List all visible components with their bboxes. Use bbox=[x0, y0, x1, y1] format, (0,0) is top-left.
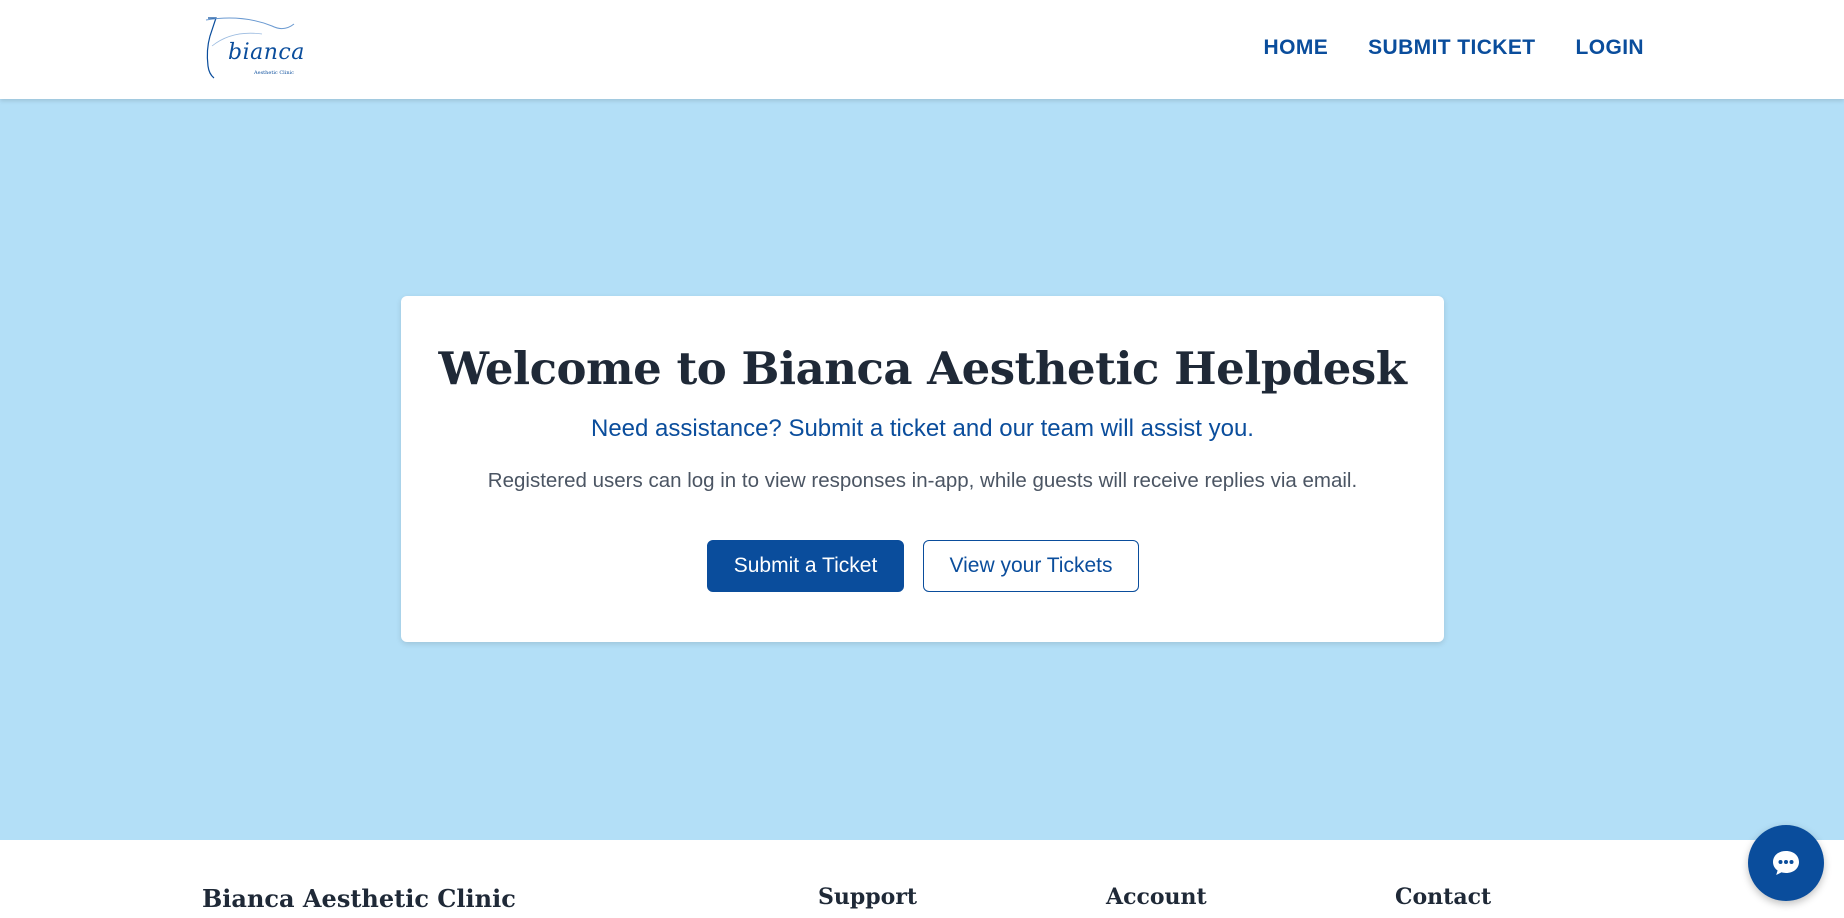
chat-bubble-icon bbox=[1773, 851, 1799, 875]
nav-home-link[interactable]: HOME bbox=[1264, 36, 1329, 60]
site-header: bianca Aesthetic Clinic HOME SUBMIT TICK… bbox=[0, 0, 1844, 99]
hero-section: Welcome to Bianca Aesthetic Helpdesk Nee… bbox=[0, 99, 1844, 840]
footer-support-heading: Support bbox=[818, 884, 918, 910]
page-title: Welcome to Bianca Aesthetic Helpdesk bbox=[438, 342, 1407, 395]
nav-submit-ticket-link[interactable]: SUBMIT TICKET bbox=[1368, 36, 1535, 60]
footer-brand: Bianca Aesthetic Clinic bbox=[202, 884, 516, 913]
footer-contact-heading: Contact bbox=[1395, 884, 1492, 910]
hero-description: Registered users can log in to view resp… bbox=[487, 469, 1358, 492]
site-footer: Bianca Aesthetic Clinic Support Account … bbox=[0, 840, 1844, 918]
nav-login-link[interactable]: LOGIN bbox=[1576, 36, 1645, 60]
bianca-logo[interactable]: bianca Aesthetic Clinic bbox=[202, 16, 304, 82]
hero-lead: Need assistance? Submit a ticket and our… bbox=[591, 415, 1254, 442]
submit-ticket-button[interactable]: Submit a Ticket bbox=[707, 540, 904, 592]
main-nav: HOME SUBMIT TICKET LOGIN bbox=[1264, 36, 1644, 60]
view-tickets-button[interactable]: View your Tickets bbox=[923, 540, 1139, 592]
chat-widget-button[interactable] bbox=[1748, 825, 1824, 901]
welcome-card: Welcome to Bianca Aesthetic Helpdesk Nee… bbox=[401, 296, 1444, 642]
footer-account-heading: Account bbox=[1106, 884, 1207, 910]
logo-subtitle: Aesthetic Clinic bbox=[254, 70, 294, 76]
logo-wordmark: bianca bbox=[228, 40, 305, 65]
